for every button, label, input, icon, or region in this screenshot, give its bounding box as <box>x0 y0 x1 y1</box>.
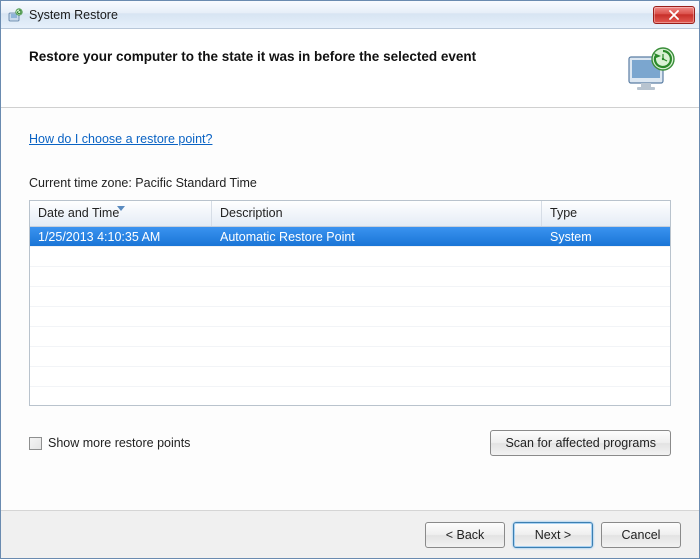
close-button[interactable] <box>653 6 695 24</box>
cancel-button[interactable]: Cancel <box>601 522 681 548</box>
table-body: 1/25/2013 4:10:35 AM Automatic Restore P… <box>30 227 670 405</box>
column-header-label: Date and Time <box>38 206 119 220</box>
cell-date: 1/25/2013 4:10:35 AM <box>30 228 212 246</box>
column-header-type[interactable]: Type <box>542 201 670 226</box>
next-button[interactable]: Next > <box>513 522 593 548</box>
table-header-row: Date and Time Description Type <box>30 201 670 227</box>
empty-row <box>30 307 670 327</box>
wizard-content: How do I choose a restore point? Current… <box>1 108 699 510</box>
system-restore-window: System Restore Restore your computer to … <box>0 0 700 559</box>
empty-row <box>30 367 670 387</box>
back-button[interactable]: < Back <box>425 522 505 548</box>
empty-row <box>30 267 670 287</box>
empty-row <box>30 347 670 367</box>
wizard-footer: < Back Next > Cancel <box>1 510 699 558</box>
sort-indicator-icon <box>117 200 125 214</box>
column-header-date[interactable]: Date and Time <box>30 201 212 226</box>
empty-row <box>30 387 670 405</box>
close-icon <box>668 10 680 20</box>
help-link[interactable]: How do I choose a restore point? <box>29 132 671 146</box>
show-more-checkbox[interactable]: Show more restore points <box>29 436 190 450</box>
scan-affected-button[interactable]: Scan for affected programs <box>490 430 671 456</box>
empty-row <box>30 287 670 307</box>
checkbox-box <box>29 437 42 450</box>
column-header-label: Type <box>550 206 577 220</box>
window-title: System Restore <box>29 8 653 22</box>
cell-description: Automatic Restore Point <box>212 228 542 246</box>
table-footer-controls: Show more restore points Scan for affect… <box>29 406 671 474</box>
wizard-header: Restore your computer to the state it wa… <box>1 29 699 108</box>
empty-row <box>30 327 670 347</box>
column-header-description[interactable]: Description <box>212 201 542 226</box>
titlebar: System Restore <box>1 1 699 29</box>
restore-monitor-icon <box>623 45 679 93</box>
column-header-label: Description <box>220 206 283 220</box>
system-restore-icon <box>7 7 23 23</box>
timezone-label: Current time zone: Pacific Standard Time <box>29 176 671 190</box>
empty-row <box>30 247 670 267</box>
table-row[interactable]: 1/25/2013 4:10:35 AM Automatic Restore P… <box>30 227 670 247</box>
checkbox-label: Show more restore points <box>48 436 190 450</box>
restore-points-table: Date and Time Description Type 1/25/2013… <box>29 200 671 406</box>
page-heading: Restore your computer to the state it wa… <box>29 45 623 64</box>
cell-type: System <box>542 228 670 246</box>
